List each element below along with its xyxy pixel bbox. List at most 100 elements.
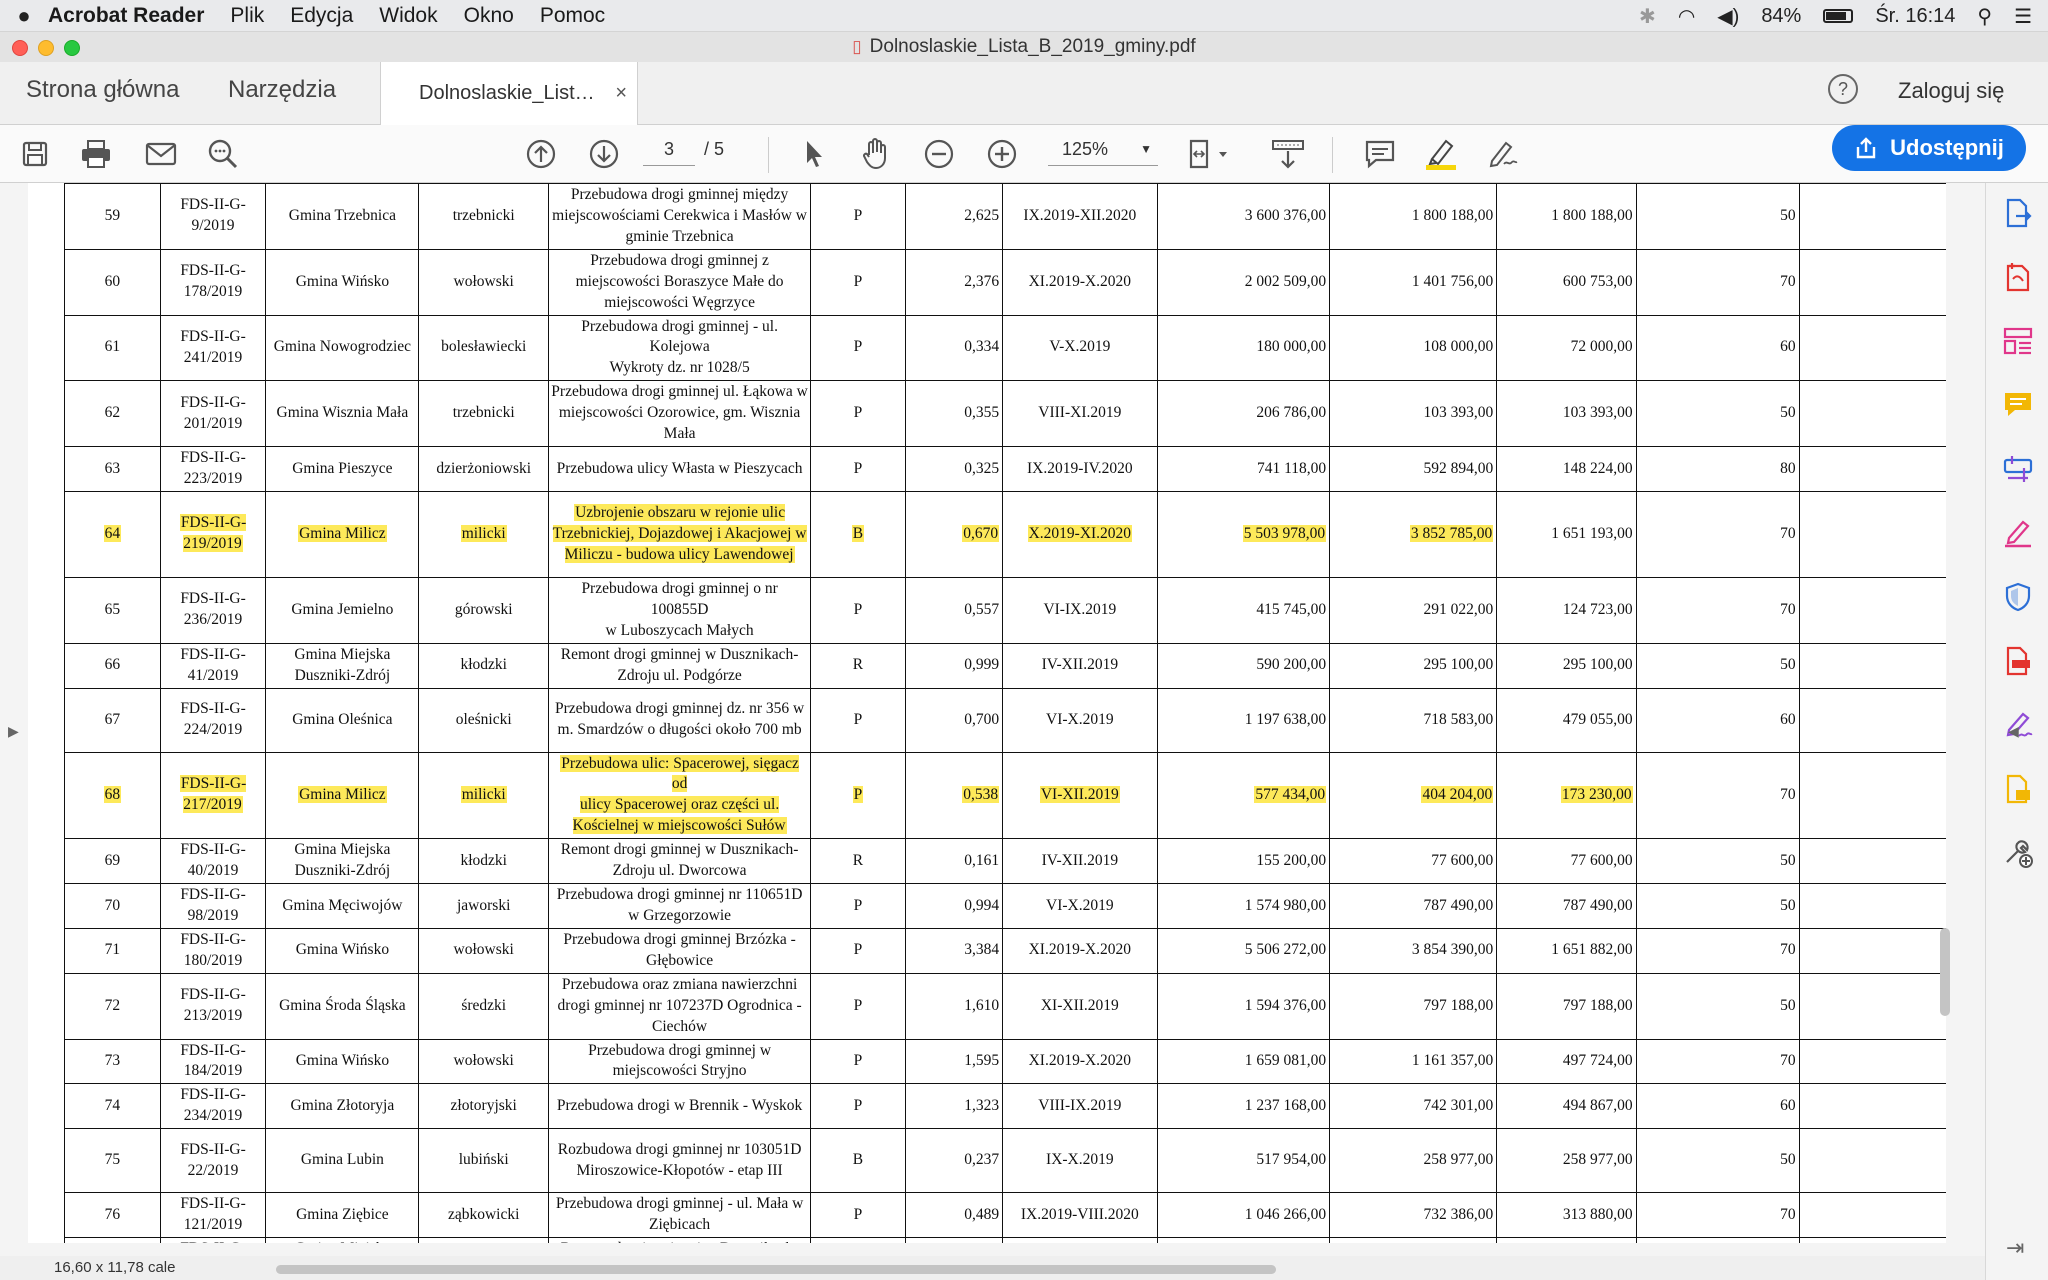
cell-lp-text: 75 [104, 1151, 121, 1169]
collapse-panel-icon[interactable]: ◀ [2008, 723, 2019, 740]
apple-icon[interactable]: ● [0, 3, 48, 29]
cell-own-contribution-text: 77 600,00 [1570, 851, 1633, 869]
tab-tools[interactable]: Narzędzia [228, 76, 336, 104]
cell-gmina: Gmina Milicz [265, 751, 420, 840]
create-pdf-icon[interactable] [2002, 261, 2034, 293]
cell-total-cost-text: 590 200,00 [1256, 656, 1327, 674]
menu-app-name[interactable]: Acrobat Reader [48, 4, 204, 28]
window-minimize-button[interactable] [38, 40, 54, 56]
cell-length-km: 3,384 [904, 927, 1004, 974]
more-tools-icon[interactable] [2002, 837, 2034, 869]
cell-total-cost-text: 206 786,00 [1256, 404, 1327, 422]
arrow-up-circle-icon[interactable] [522, 135, 560, 173]
cell-period: XI.2019-X.2020 [1002, 1038, 1158, 1085]
compare-files-icon[interactable] [2002, 453, 2034, 485]
hand-icon[interactable] [857, 135, 895, 173]
cell-subsidy: 3 852 785,00 [1329, 490, 1498, 578]
panel-dock-icon[interactable]: ⇥ [2006, 1235, 2024, 1261]
cell-description: Przebudowa drogi gminnej dz. nr 356 w m.… [547, 687, 812, 753]
search-zoom-icon[interactable] [204, 135, 242, 173]
cell-lp-text: 62 [104, 404, 121, 422]
cell-percent-text: 70 [1780, 600, 1796, 618]
wifi-icon[interactable]: ◠ [1678, 4, 1695, 29]
clock[interactable]: Śr. 16:14 [1875, 5, 1955, 28]
comment-icon[interactable] [1361, 135, 1399, 173]
export-pdf-icon[interactable] [2002, 197, 2034, 229]
page-number-input[interactable]: 3 [643, 132, 695, 166]
cell-category: R [810, 838, 906, 885]
window-close-button[interactable] [12, 40, 28, 56]
comment-tool-icon[interactable] [2002, 389, 2034, 421]
email-icon[interactable] [142, 135, 180, 173]
bluetooth-icon[interactable]: ✱ [1639, 4, 1656, 29]
left-panel-toggle-icon[interactable]: ▶ [8, 723, 19, 740]
spotlight-search-icon[interactable]: ⚲ [1977, 4, 1992, 29]
cell-powiat: wołowski [418, 248, 549, 316]
horizontal-scrollbar[interactable] [276, 1265, 1276, 1274]
battery-percent[interactable]: 84% [1761, 5, 1801, 28]
menu-edycja[interactable]: Edycja [290, 4, 353, 28]
cell-length-km-text: 0,489 [964, 1205, 1000, 1223]
export-red-pdf-icon[interactable] [2002, 645, 2034, 677]
control-center-icon[interactable]: ☰ [2014, 4, 2032, 29]
window-zoom-button[interactable] [64, 40, 80, 56]
cursor-icon[interactable] [795, 135, 833, 173]
arrow-down-circle-icon[interactable] [585, 135, 623, 173]
help-icon[interactable]: ? [1828, 74, 1858, 104]
cell-empty [1798, 1128, 1946, 1194]
tab-document[interactable]: Dolnoslaskie_List… × [380, 62, 638, 125]
zoom-select[interactable]: 125% ▼ [1048, 132, 1158, 166]
table-row: 73 FDS-II-G- 184/2019 Gmina Wińsko wołowski… [64, 1038, 1946, 1085]
share-label: Udostępnij [1890, 135, 2004, 160]
save-icon[interactable] [16, 135, 54, 173]
battery-icon[interactable] [1823, 9, 1854, 23]
menu-widok[interactable]: Widok [379, 4, 437, 28]
cell-period: VI-XII.2019 [1002, 751, 1158, 840]
cell-empty [1798, 490, 1946, 578]
cell-period-text: XI-XII.2019 [1040, 996, 1119, 1014]
cell-percent: 60 [1635, 314, 1800, 382]
cell-lp-text: 63 [104, 459, 121, 477]
fill-sign-icon[interactable] [2002, 517, 2034, 549]
cell-lp: 60 [64, 248, 161, 316]
protect-shield-icon[interactable] [2002, 581, 2034, 613]
cell-percent-text: 50 [1780, 896, 1796, 914]
cell-description: Rozbudowa drogi gminnej nr 103051D Miros… [547, 1128, 812, 1194]
organize-pages-icon[interactable] [2002, 325, 2034, 357]
cell-gmina-text: Gmina Męciwojów [282, 896, 403, 914]
send-comments-icon[interactable] [2002, 773, 2034, 805]
cell-total-cost: 206 786,00 [1156, 380, 1331, 448]
document-viewport[interactable]: ▶ 59 FDS-II-G- 9/2019 Gmina Trzebnica trzeb… [0, 183, 1985, 1261]
cell-length-km-text: 0,334 [964, 338, 1000, 356]
cell-application-id: FDS-II-G- 121/2019 [159, 1192, 267, 1239]
fit-page-icon[interactable] [1186, 135, 1236, 173]
highlighter-icon[interactable] [1422, 135, 1460, 173]
cell-description-text: Przebudowa drogi gminnej - ul. Mała w Zi… [555, 1195, 804, 1234]
cell-description-text: Przebudowa drogi gminnej o nr 100855D w … [581, 579, 778, 639]
scroll-mode-icon[interactable] [1268, 135, 1308, 173]
cell-gmina: Gmina Miejska Duszniki-Zdrój [265, 642, 420, 689]
cell-description-text: Przebudowa drogi gminnej Brzózka - Głębo… [563, 930, 796, 969]
cell-description-text: Przebudowa drogi w Brennik - Wyskok [556, 1096, 803, 1114]
menu-pomoc[interactable]: Pomoc [540, 4, 605, 28]
volume-icon[interactable]: ◀) [1717, 4, 1739, 29]
print-icon[interactable] [77, 135, 115, 173]
plus-circle-icon[interactable] [983, 135, 1021, 173]
pen-sign-icon[interactable] [1484, 135, 1522, 173]
cell-period: VIII-XI.2019 [1002, 380, 1158, 448]
login-link[interactable]: Zaloguj się [1898, 78, 2004, 104]
cell-percent-text: 70 [1780, 785, 1796, 803]
tab-close-icon[interactable]: × [615, 82, 627, 105]
menu-okno[interactable]: Okno [464, 4, 514, 28]
vertical-scrollbar[interactable] [1940, 928, 1950, 1016]
cell-length-km: 1,323 [904, 1083, 1004, 1130]
menu-plik[interactable]: Plik [230, 4, 264, 28]
cell-lp-text: 73 [104, 1051, 121, 1069]
tab-home[interactable]: Strona główna [26, 76, 179, 104]
share-button[interactable]: Udostępnij [1832, 125, 2026, 171]
tab-document-label: Dolnoslaskie_List… [419, 82, 595, 104]
cell-lp: 67 [64, 687, 161, 753]
cell-subsidy: 787 490,00 [1329, 883, 1498, 929]
cell-subsidy: 797 188,00 [1329, 972, 1498, 1040]
minus-circle-icon[interactable] [920, 135, 958, 173]
